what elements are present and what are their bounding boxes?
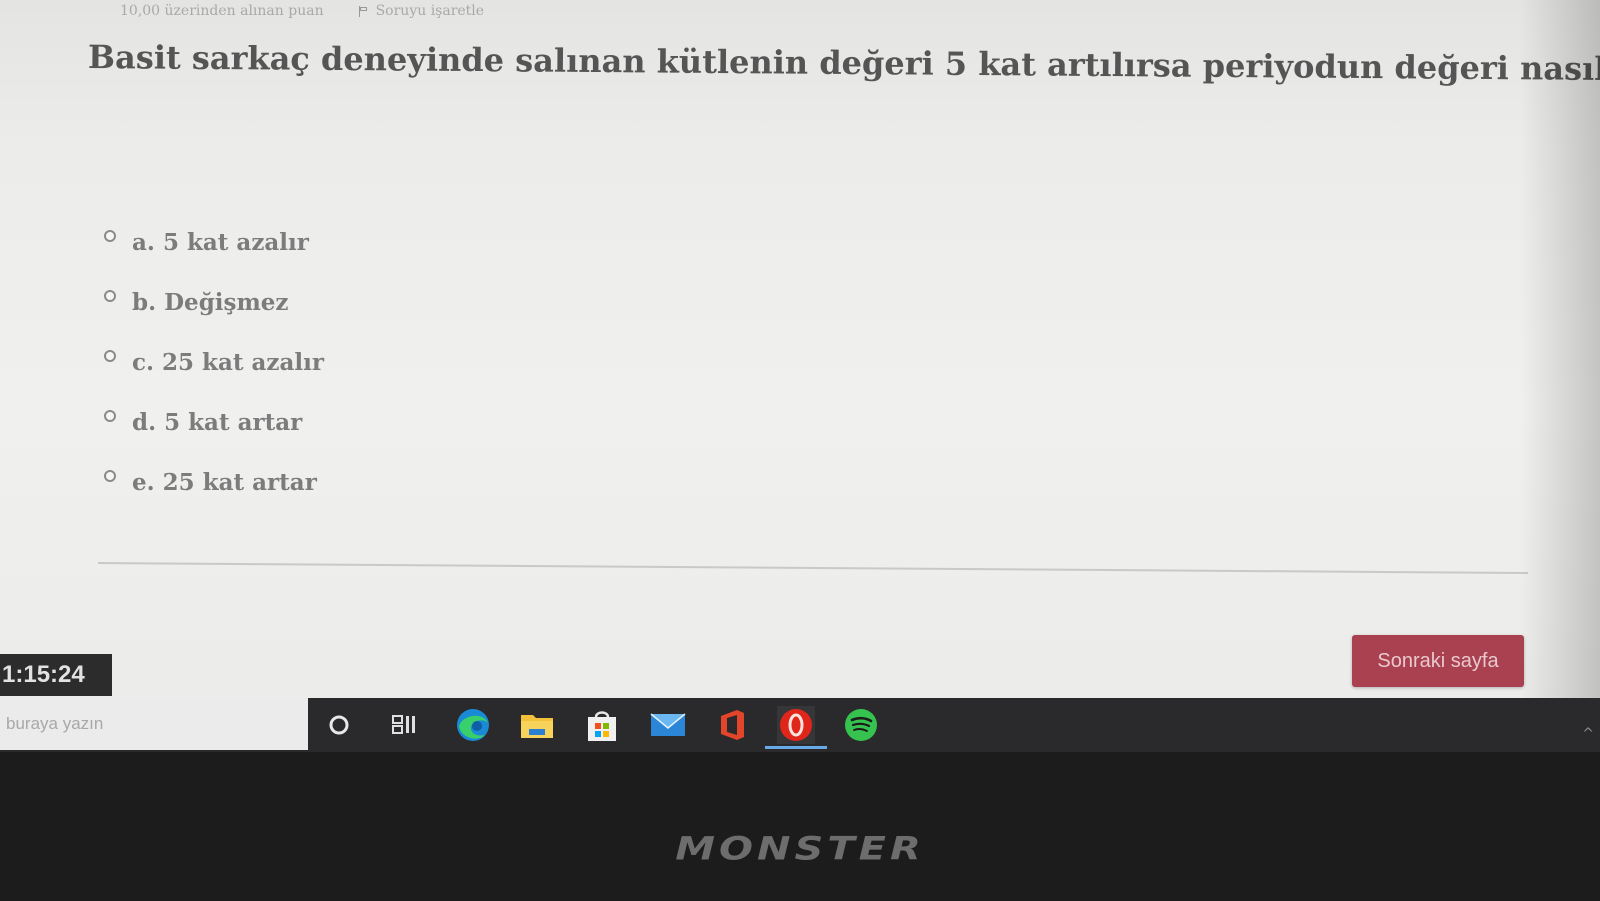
taskbar-search-input[interactable]: buraya yazın: [0, 698, 308, 750]
quiz-timer: 1:15:24: [0, 654, 112, 696]
browser-viewport: 10,00 üzerinden alınan puan Soruyu işare…: [0, 0, 1600, 740]
radio-button-b[interactable]: [104, 290, 116, 302]
spotify-icon[interactable]: [842, 706, 880, 744]
flag-question-link[interactable]: Soruyu işaretle: [358, 3, 484, 19]
store-icon[interactable]: [583, 706, 621, 744]
edge-icon[interactable]: [454, 706, 492, 744]
option-a-label: 5 kat azalır: [162, 228, 309, 256]
score-text: 10,00 üzerinden alınan puan: [120, 3, 324, 19]
task-view-icon[interactable]: [385, 706, 423, 744]
option-e-label: 25 kat artar: [162, 468, 317, 496]
option-a[interactable]: a. 5 kat azalır: [104, 212, 324, 272]
windows-taskbar: buraya yazın ^: [0, 698, 1600, 752]
option-e[interactable]: e. 25 kat artar: [104, 452, 324, 512]
option-a-letter: a.: [132, 228, 155, 256]
screen-glare-shade: [1520, 0, 1600, 740]
radio-button-d[interactable]: [104, 410, 116, 422]
radio-button-e[interactable]: [104, 470, 116, 482]
option-c-label: 25 kat azalır: [162, 348, 324, 376]
radio-button-c[interactable]: [104, 350, 116, 362]
option-b-label: Değişmez: [164, 288, 289, 316]
option-d[interactable]: d. 5 kat artar: [104, 392, 324, 452]
section-divider: [97, 562, 1528, 574]
option-d-letter: d.: [132, 408, 157, 436]
option-e-letter: e.: [132, 468, 155, 496]
question-info-bar: 10,00 üzerinden alınan puan Soruyu işare…: [120, 0, 484, 22]
radio-button-a[interactable]: [104, 230, 116, 242]
laptop-brand-logo: MONSTER: [675, 830, 925, 868]
option-b[interactable]: b. Değişmez: [104, 272, 324, 332]
cortana-icon[interactable]: [320, 706, 358, 744]
file-explorer-icon[interactable]: [518, 706, 556, 744]
question-text: Basit sarkaç deneyinde salınan kütlenin …: [87, 38, 1600, 90]
next-page-button[interactable]: Sonraki sayfa: [1352, 635, 1524, 687]
chevron-up-icon[interactable]: ^: [1582, 726, 1594, 742]
option-b-letter: b.: [132, 288, 157, 316]
answer-options: a. 5 kat azalır b. Değişmez c. 25 kat az…: [104, 212, 324, 512]
office-icon[interactable]: [713, 706, 751, 744]
flag-question-label: Soruyu işaretle: [375, 3, 485, 19]
opera-icon[interactable]: [765, 706, 827, 749]
mail-icon[interactable]: [649, 706, 687, 744]
option-c[interactable]: c. 25 kat azalır: [104, 332, 324, 392]
option-c-letter: c.: [132, 348, 155, 376]
option-d-label: 5 kat artar: [164, 408, 303, 436]
flag-icon: [358, 5, 368, 17]
